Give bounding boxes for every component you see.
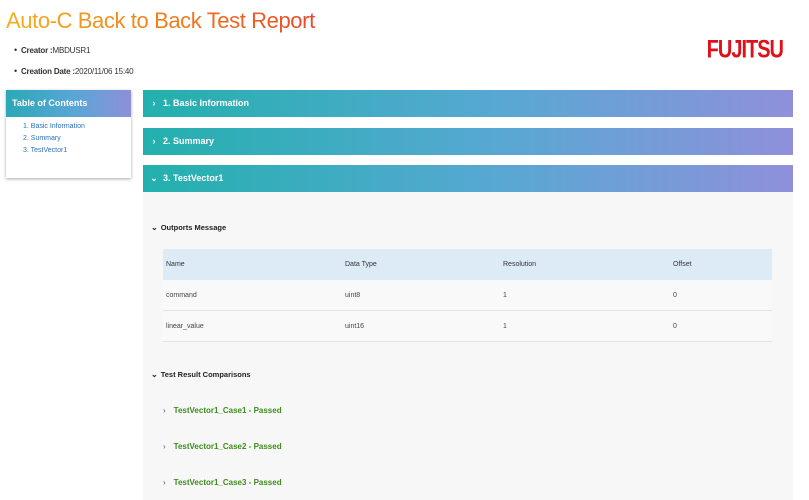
outports-message-toggle[interactable]: ⌄ Outports Message (151, 223, 226, 232)
cell-resolution: 1 (500, 280, 670, 311)
toc-title: Table of Contents (6, 90, 131, 117)
creation-date-label: Creation Date : (20, 67, 75, 76)
cell-offset: 0 (670, 280, 772, 311)
table-header-row: Name Data Type Resolution Offset (163, 249, 772, 280)
table-row: command uint8 1 0 (163, 280, 772, 311)
cell-data-type: uint16 (342, 310, 500, 342)
chevron-right-icon: › (163, 478, 166, 487)
creator-line: • Creator :MBDUSR1 (14, 45, 90, 55)
test-result-comparisons-heading: Test Result Comparisons (160, 370, 251, 379)
column-header-resolution: Resolution (500, 249, 670, 280)
section-header-testvector1[interactable]: ⌄ 3. TestVector1 (143, 165, 793, 192)
test-case-2[interactable]: › TestVector1_Case2 - Passed (163, 442, 282, 451)
cell-name: command (163, 280, 342, 311)
toc-link-testvector1[interactable]: 3. TestVector1 (23, 145, 131, 157)
testvector1-panel: ⌄ Outports Message Name Data Type Resolut… (143, 192, 793, 500)
test-case-label: TestVector1_Case2 - Passed (173, 442, 282, 451)
creator-label: Creator : (20, 46, 53, 55)
test-case-1[interactable]: › TestVector1_Case1 - Passed (163, 406, 282, 415)
test-case-3[interactable]: › TestVector1_Case3 - Passed (163, 478, 282, 487)
outports-message-heading: Outports Message (160, 223, 227, 232)
creation-date-value: 2020/11/06 15:40 (74, 67, 134, 76)
column-header-data-type: Data Type (342, 249, 500, 280)
table-of-contents: Table of Contents 1. Basic Information 2… (6, 90, 131, 178)
cell-resolution: 1 (500, 310, 670, 342)
chevron-right-icon: › (152, 98, 156, 108)
bullet-icon: • (14, 45, 17, 55)
section-header-basic-information[interactable]: › 1. Basic Information (143, 90, 793, 117)
table-row: linear_value uint16 1 0 (163, 310, 772, 342)
chevron-down-icon: ⌄ (151, 370, 158, 379)
section-header-summary[interactable]: › 2. Summary (143, 128, 793, 155)
chevron-right-icon: › (163, 406, 166, 415)
cell-data-type: uint8 (342, 280, 500, 311)
test-result-comparisons-toggle[interactable]: ⌄ Test Result Comparisons (151, 370, 251, 379)
toc-link-basic-information[interactable]: 1. Basic Information (23, 121, 131, 133)
chevron-down-icon: ⌄ (150, 173, 158, 183)
outports-table: Name Data Type Resolution Offset command… (163, 249, 772, 342)
test-case-label: TestVector1_Case1 - Passed (173, 406, 282, 415)
toc-list: 1. Basic Information 2. Summary 3. TestV… (6, 117, 131, 157)
test-case-label: TestVector1_Case3 - Passed (173, 478, 282, 487)
toc-link-summary[interactable]: 2. Summary (23, 133, 131, 145)
creator-value: MBDUSR1 (52, 46, 91, 55)
section-title: 2. Summary (163, 136, 215, 146)
report-title: Auto-C Back to Back Test Report (6, 8, 315, 33)
chevron-down-icon: ⌄ (151, 223, 158, 232)
cell-offset: 0 (670, 310, 772, 342)
cell-name: linear_value (163, 310, 342, 342)
chevron-right-icon: › (152, 136, 156, 146)
column-header-name: Name (163, 249, 342, 280)
creation-date-line: • Creation Date :2020/11/06 15:40 (14, 66, 134, 76)
fujitsu-logo: FUJITSU (706, 36, 784, 64)
bullet-icon: • (14, 66, 17, 76)
section-title: 3. TestVector1 (163, 173, 224, 183)
chevron-right-icon: › (163, 442, 166, 451)
column-header-offset: Offset (670, 249, 772, 280)
section-title: 1. Basic Information (163, 98, 250, 108)
